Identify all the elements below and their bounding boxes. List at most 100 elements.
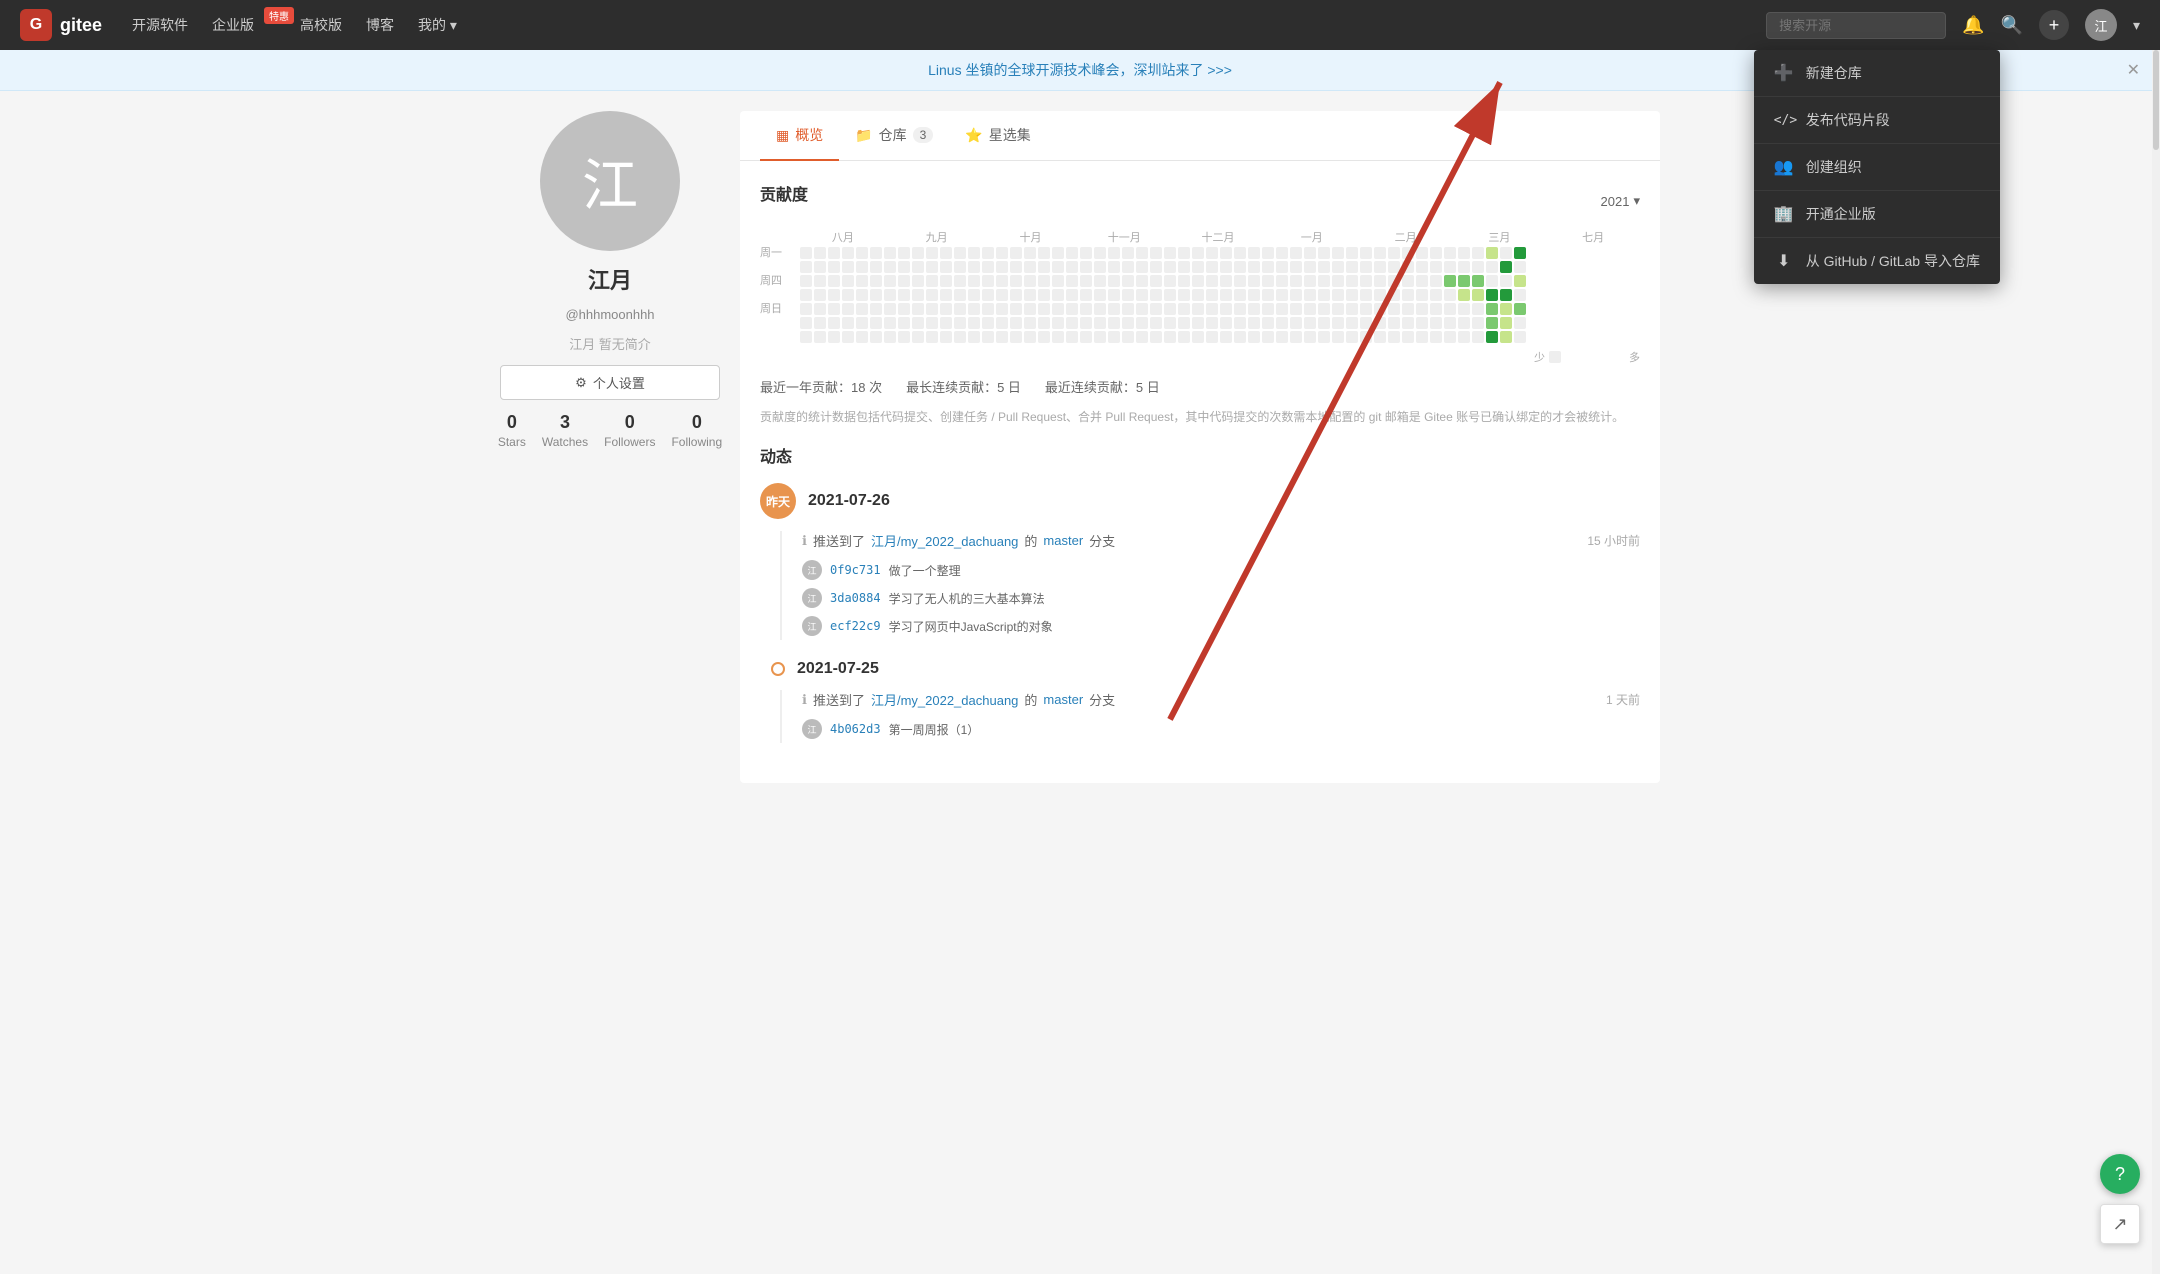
contrib-cell <box>996 317 1008 329</box>
branch-link-1[interactable]: master <box>1043 692 1083 707</box>
activity-date-0: 2021-07-26 <box>808 492 890 510</box>
contrib-cell <box>1108 261 1120 273</box>
contrib-cell <box>1430 303 1442 315</box>
followers-stat[interactable]: 0 Followers <box>604 412 655 449</box>
commit-hash-0-1[interactable]: 3da0884 <box>830 591 881 605</box>
github-import-icon: ⬇ <box>1774 251 1794 271</box>
contrib-cell <box>1416 261 1428 273</box>
contrib-cell <box>1192 303 1204 315</box>
contrib-cell <box>1122 247 1134 259</box>
help-button[interactable]: ? <box>2100 1154 2140 1194</box>
contrib-cell <box>1262 289 1274 301</box>
announce-text[interactable]: Linus 坐镇的全球开源技术峰会，深圳站来了 >>> <box>928 62 1232 78</box>
dropdown-create-org[interactable]: 👥 创建组织 <box>1754 144 2000 191</box>
contrib-cell <box>814 303 826 315</box>
scrollbar-thumb[interactable] <box>2153 50 2159 150</box>
nav-item-university[interactable]: 高校版 <box>300 15 342 35</box>
contrib-cell <box>982 289 994 301</box>
contrib-cell <box>1346 275 1358 287</box>
contrib-cell <box>1304 261 1316 273</box>
stars-stat[interactable]: 0 Stars <box>498 412 526 449</box>
external-link-button[interactable]: ↗ <box>2100 1204 2140 1244</box>
contrib-cell <box>912 317 924 329</box>
watches-stat[interactable]: 3 Watches <box>542 412 588 449</box>
repo-link-1[interactable]: 江月/my_2022_dachuang <box>871 690 1018 709</box>
nav-item-enterprise[interactable]: 企业版 特惠 <box>212 15 276 35</box>
user-avatar-nav[interactable]: 江 <box>2085 9 2117 41</box>
repo-link-0[interactable]: 江月/my_2022_dachuang <box>871 531 1018 550</box>
contrib-cell <box>912 261 924 273</box>
contrib-cell <box>1486 289 1498 301</box>
contrib-cell <box>1248 275 1260 287</box>
contrib-cell <box>884 261 896 273</box>
contrib-cell <box>940 331 952 343</box>
contrib-cell <box>898 331 910 343</box>
contrib-cell <box>1472 261 1484 273</box>
tab-repos[interactable]: 📁 仓库 3 <box>839 111 949 161</box>
contrib-cell <box>982 275 994 287</box>
contrib-cell <box>884 275 896 287</box>
dropdown-import-github[interactable]: ⬇ 从 GitHub / GitLab 导入仓库 <box>1754 238 2000 284</box>
contrib-row-1 <box>800 261 1640 273</box>
branch-link-0[interactable]: master <box>1043 533 1083 548</box>
create-plus-button[interactable]: + <box>2039 10 2069 40</box>
contrib-cell <box>1178 261 1190 273</box>
contrib-cell <box>1178 247 1190 259</box>
contrib-cell <box>1276 247 1288 259</box>
commit-hash-0-2[interactable]: ecf22c9 <box>830 619 881 633</box>
contrib-cell <box>954 317 966 329</box>
commit-avatar-0-0: 江 <box>802 560 822 580</box>
contrib-cell <box>996 303 1008 315</box>
contrib-cell <box>1122 303 1134 315</box>
contrib-cell <box>800 247 812 259</box>
contrib-cell <box>912 303 924 315</box>
dropdown-code-snippet[interactable]: </> 发布代码片段 <box>1754 97 2000 144</box>
contrib-cell <box>870 261 882 273</box>
contrib-cell <box>1430 275 1442 287</box>
year-selector[interactable]: 2021 ▾ <box>1601 193 1640 209</box>
contrib-cell <box>1150 303 1162 315</box>
personal-settings-button[interactable]: ⚙ 个人设置 <box>500 365 720 400</box>
dropdown-open-enterprise[interactable]: 🏢 开通企业版 <box>1754 191 2000 238</box>
contrib-cell <box>1458 247 1470 259</box>
contribution-header: 贡献度 2021 ▾ <box>760 181 1640 221</box>
tab-starred[interactable]: ⭐ 星选集 <box>949 111 1046 161</box>
following-stat[interactable]: 0 Following <box>671 412 722 449</box>
contrib-cell <box>1458 261 1470 273</box>
contrib-cell <box>1332 275 1344 287</box>
contrib-cell <box>940 317 952 329</box>
commit-hash-1-0[interactable]: 4b062d3 <box>830 722 881 736</box>
contrib-cell <box>814 289 826 301</box>
contrib-row-0 <box>800 247 1640 259</box>
contrib-cell <box>1360 289 1372 301</box>
contrib-cell <box>968 317 980 329</box>
contrib-cell <box>884 317 896 329</box>
tab-overview[interactable]: ▦ 概览 <box>760 111 839 161</box>
dropdown-new-repo[interactable]: ➕ 新建仓库 <box>1754 50 2000 97</box>
nav-item-opensource[interactable]: 开源软件 <box>132 15 188 35</box>
contrib-cell <box>1136 275 1148 287</box>
contrib-cell <box>898 317 910 329</box>
contrib-cell <box>1360 331 1372 343</box>
nav-logo[interactable]: G gitee <box>20 9 102 41</box>
starred-star-icon: ⭐ <box>965 127 982 144</box>
contrib-cell <box>1178 275 1190 287</box>
notification-bell-icon[interactable]: 🔔 <box>1962 15 1984 36</box>
search-input[interactable] <box>1766 12 1946 39</box>
contrib-cell <box>982 247 994 259</box>
commit-hash-0-0[interactable]: 0f9c731 <box>830 563 881 577</box>
contrib-cell <box>940 261 952 273</box>
nav-item-mine[interactable]: 我的 ▾ <box>418 15 457 35</box>
contrib-cell <box>870 275 882 287</box>
explore-icon[interactable]: 🔍 <box>2001 15 2023 36</box>
contrib-cell <box>912 289 924 301</box>
contrib-cell <box>1122 317 1134 329</box>
contrib-cell <box>1108 331 1120 343</box>
nav-item-blog[interactable]: 博客 <box>366 15 394 35</box>
announce-close-button[interactable]: ✕ <box>2127 60 2140 80</box>
contrib-cell <box>1248 317 1260 329</box>
contrib-cell <box>1220 247 1232 259</box>
contrib-cell <box>1094 303 1106 315</box>
contrib-cell <box>842 275 854 287</box>
contrib-cell <box>1178 331 1190 343</box>
